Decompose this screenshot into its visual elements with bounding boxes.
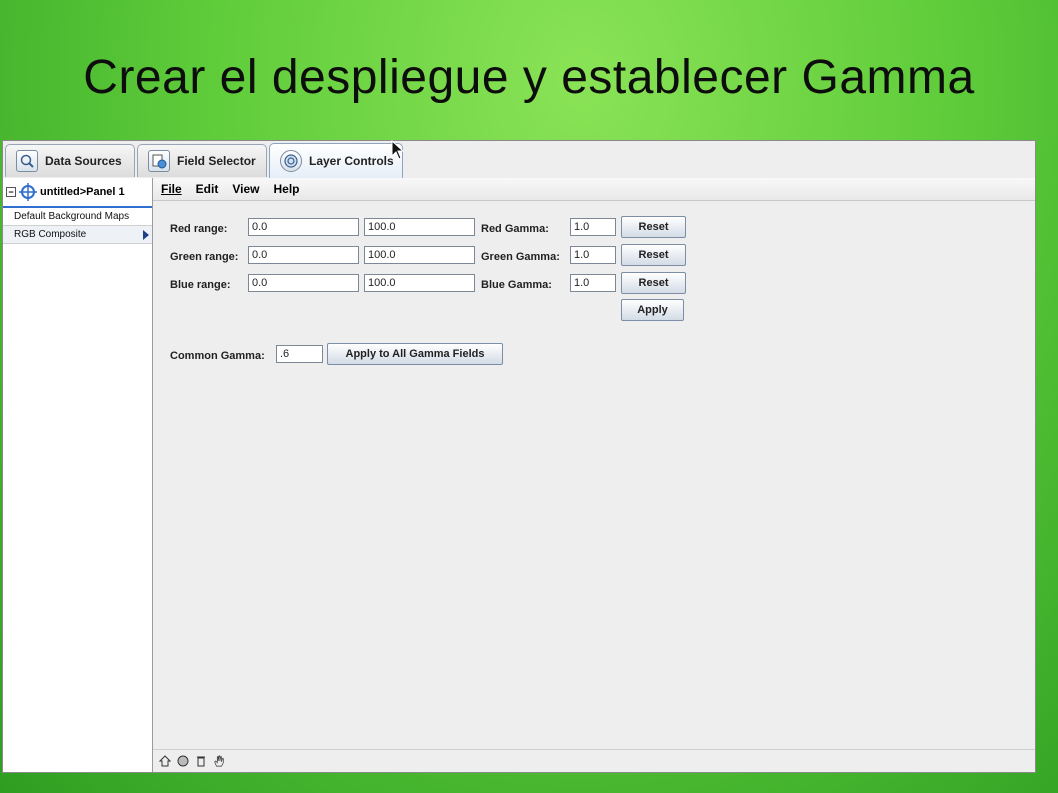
hand-pan-icon[interactable] bbox=[213, 755, 225, 767]
tree-item-label: RGB Composite bbox=[14, 229, 87, 240]
red-min-field[interactable]: 0.0 bbox=[248, 218, 359, 236]
tree-panel: − untitled>Panel 1 Default Background Ma… bbox=[3, 178, 153, 772]
mouse-cursor-icon bbox=[391, 140, 405, 160]
field-selector-icon bbox=[148, 150, 170, 172]
tab-label: Field Selector bbox=[177, 154, 256, 168]
red-gamma-label: Red Gamma: bbox=[481, 223, 549, 235]
globe-icon[interactable] bbox=[177, 755, 189, 767]
expand-arrow-icon[interactable] bbox=[143, 230, 149, 240]
blue-min-field[interactable]: 0.0 bbox=[248, 274, 359, 292]
red-gamma-field[interactable]: 1.0 bbox=[570, 218, 616, 236]
layer-controls-icon bbox=[280, 150, 302, 172]
menu-file[interactable]: File bbox=[161, 182, 182, 196]
red-max-field[interactable]: 100.0 bbox=[364, 218, 475, 236]
tab-layer-controls[interactable]: Layer Controls bbox=[269, 143, 403, 178]
red-reset-button[interactable]: Reset bbox=[621, 216, 686, 238]
tab-field-selector[interactable]: Field Selector bbox=[137, 144, 267, 177]
trash-icon[interactable] bbox=[195, 755, 207, 767]
green-reset-button[interactable]: Reset bbox=[621, 244, 686, 266]
blue-gamma-field[interactable]: 1.0 bbox=[570, 274, 616, 292]
tree-item-default-background-maps[interactable]: Default Background Maps bbox=[3, 208, 152, 226]
tree-root[interactable]: − untitled>Panel 1 bbox=[3, 178, 152, 208]
tab-label: Layer Controls bbox=[309, 154, 394, 168]
tree-item-label: Default Background Maps bbox=[14, 211, 130, 222]
tab-bar: Data Sources Field Selector Layer Contro… bbox=[3, 141, 1035, 179]
data-sources-icon bbox=[16, 150, 38, 172]
green-gamma-label: Green Gamma: bbox=[481, 251, 560, 263]
blue-max-field[interactable]: 100.0 bbox=[364, 274, 475, 292]
apply-all-gamma-button[interactable]: Apply to All Gamma Fields bbox=[327, 343, 503, 365]
menu-view[interactable]: View bbox=[232, 182, 259, 196]
red-range-label: Red range: bbox=[170, 223, 228, 235]
green-range-label: Green range: bbox=[170, 251, 239, 263]
application-window: Data Sources Field Selector Layer Contro… bbox=[2, 140, 1036, 773]
tab-data-sources[interactable]: Data Sources bbox=[5, 144, 135, 177]
tree-item-rgb-composite[interactable]: RGB Composite bbox=[3, 226, 152, 244]
rgb-composite-controls: Red range: 0.0 100.0 Red Gamma: 1.0 Rese… bbox=[153, 201, 1035, 750]
collapse-icon[interactable]: − bbox=[6, 187, 16, 197]
blue-reset-button[interactable]: Reset bbox=[621, 272, 686, 294]
menu-bar: File Edit View Help bbox=[153, 178, 1035, 201]
blue-gamma-label: Blue Gamma: bbox=[481, 279, 552, 291]
apply-button[interactable]: Apply bbox=[621, 299, 684, 321]
tree-root-label: untitled>Panel 1 bbox=[40, 186, 125, 198]
tab-label: Data Sources bbox=[45, 154, 122, 168]
slide-title: Crear el despliegue y establecer Gamma bbox=[83, 51, 975, 104]
green-gamma-field[interactable]: 1.0 bbox=[570, 246, 616, 264]
common-gamma-label: Common Gamma: bbox=[170, 350, 265, 362]
blue-range-label: Blue range: bbox=[170, 279, 231, 291]
menu-edit[interactable]: Edit bbox=[196, 182, 219, 196]
crosshair-icon bbox=[19, 183, 37, 201]
green-min-field[interactable]: 0.0 bbox=[248, 246, 359, 264]
menu-help[interactable]: Help bbox=[273, 182, 299, 196]
common-gamma-field[interactable]: .6 bbox=[276, 345, 323, 363]
green-max-field[interactable]: 100.0 bbox=[364, 246, 475, 264]
home-icon[interactable] bbox=[159, 755, 171, 767]
status-toolbar bbox=[153, 749, 1035, 772]
